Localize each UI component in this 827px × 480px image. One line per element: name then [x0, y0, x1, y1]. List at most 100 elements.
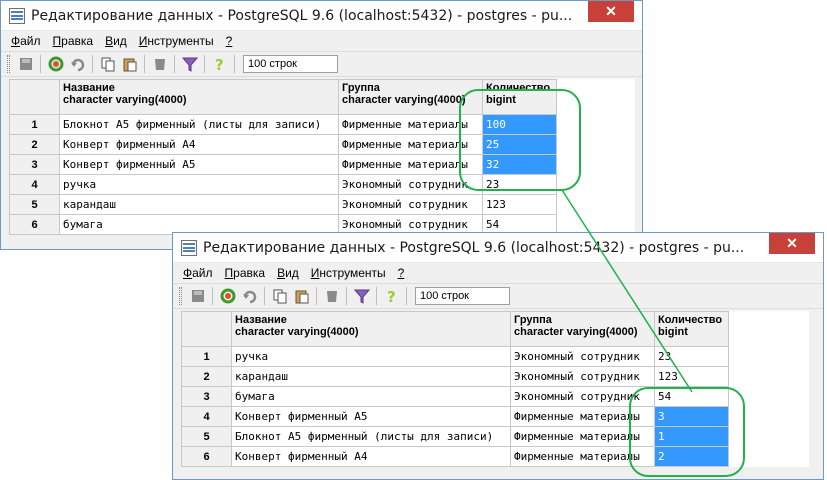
save-icon[interactable] [16, 55, 35, 74]
cell-group[interactable]: Экономный сотрудник [510, 346, 655, 367]
toolbar-grip[interactable] [179, 287, 182, 305]
menu-view[interactable]: Вид [99, 34, 133, 48]
cell-quantity[interactable]: 32 [482, 154, 557, 175]
table-row[interactable]: 3 бумага Экономный сотрудник 54 [181, 386, 809, 407]
row-number[interactable]: 2 [181, 366, 232, 387]
cell-group[interactable]: Фирменные материалы [338, 134, 483, 155]
cell-quantity[interactable]: 123 [482, 194, 557, 215]
table-row[interactable]: 1 Блокнот А5 фирменный (листы для записи)… [9, 114, 635, 135]
cell-quantity[interactable]: 54 [654, 386, 729, 407]
help-icon[interactable]: ? [210, 55, 229, 74]
menu-help[interactable]: ? [220, 34, 239, 48]
undo-icon[interactable] [68, 55, 87, 74]
table-row[interactable]: 4 Конверт фирменный А5 Фирменные материалы… [181, 406, 809, 427]
cell-quantity[interactable]: 3 [654, 406, 729, 427]
cell-name[interactable]: карандаш [59, 194, 339, 215]
row-number[interactable]: 3 [181, 386, 232, 407]
menu-file[interactable]: Файл [5, 34, 47, 48]
cell-group[interactable]: Экономный сотрудник [510, 386, 655, 407]
menu-view[interactable]: Вид [271, 266, 305, 280]
menu-edit[interactable]: Правка [219, 266, 272, 280]
cell-group[interactable]: Экономный сотрудник [338, 194, 483, 215]
filter-icon[interactable] [352, 287, 371, 306]
toolbar-grip[interactable] [7, 55, 10, 73]
undo-icon[interactable] [240, 287, 259, 306]
cell-group[interactable]: Фирменные материалы [510, 446, 655, 467]
table-row[interactable]: 4 ручка Экономный сотрудник 23 [9, 174, 635, 195]
paste-icon[interactable] [120, 55, 139, 74]
grid-corner[interactable] [9, 79, 60, 115]
row-number[interactable]: 6 [181, 446, 232, 467]
menu-tools[interactable]: Инструменты [133, 34, 220, 48]
column-header-quantity[interactable]: Количество bigint [654, 311, 729, 347]
delete-icon[interactable] [150, 55, 169, 74]
row-number[interactable]: 5 [181, 426, 232, 447]
cell-name[interactable]: Блокнот А5 фирменный (листы для записи) [231, 426, 511, 447]
cell-quantity[interactable]: 23 [482, 174, 557, 195]
cell-name[interactable]: бумага [231, 386, 511, 407]
filter-icon[interactable] [180, 55, 199, 74]
table-row[interactable]: 2 карандаш Экономный сотрудник 123 [181, 366, 809, 387]
cell-name[interactable]: Блокнот А5 фирменный (листы для записи) [59, 114, 339, 135]
cell-quantity[interactable]: 123 [654, 366, 729, 387]
menu-help[interactable]: ? [392, 266, 411, 280]
close-button[interactable]: ✕ [769, 233, 815, 254]
help-icon[interactable]: ? [382, 287, 401, 306]
copy-icon[interactable] [270, 287, 289, 306]
title-bar[interactable]: Редактирование данных - PostgreSQL 9.6 (… [1, 1, 642, 31]
copy-icon[interactable] [98, 55, 117, 74]
cell-quantity[interactable]: 100 [482, 114, 557, 135]
row-number[interactable]: 2 [9, 134, 60, 155]
column-header-group[interactable]: Группа character varying(4000) [338, 79, 483, 115]
row-number[interactable]: 3 [9, 154, 60, 175]
save-icon[interactable] [188, 287, 207, 306]
title-bar[interactable]: Редактирование данных - PostgreSQL 9.6 (… [173, 233, 823, 263]
cell-quantity[interactable]: 1 [654, 426, 729, 447]
cell-quantity[interactable]: 23 [654, 346, 729, 367]
refresh-icon[interactable] [46, 55, 65, 74]
table-row[interactable]: 2 Конверт фирменный А4 Фирменные материалы… [9, 134, 635, 155]
cell-name[interactable]: Конверт фирменный А5 [231, 406, 511, 427]
cell-group[interactable]: Фирменные материалы [338, 154, 483, 175]
table-row[interactable]: 5 карандаш Экономный сотрудник 123 [9, 194, 635, 215]
row-number[interactable]: 4 [181, 406, 232, 427]
cell-name[interactable]: Конверт фирменный А4 [231, 446, 511, 467]
row-limit-select[interactable]: 100 строк [415, 287, 510, 305]
cell-name[interactable]: Конверт фирменный А5 [59, 154, 339, 175]
row-number[interactable]: 1 [9, 114, 60, 135]
delete-icon[interactable] [322, 287, 341, 306]
cell-name[interactable]: карандаш [231, 366, 511, 387]
menu-tools[interactable]: Инструменты [305, 266, 392, 280]
row-number[interactable]: 4 [9, 174, 60, 195]
refresh-icon[interactable] [218, 287, 237, 306]
cell-quantity[interactable]: 2 [654, 446, 729, 467]
cell-name[interactable]: Конверт фирменный А4 [59, 134, 339, 155]
cell-group[interactable]: Экономный сотрудник [338, 174, 483, 195]
table-row[interactable]: 6 Конверт фирменный А4 Фирменные материалы… [181, 446, 809, 467]
cell-group[interactable]: Фирменные материалы [510, 426, 655, 447]
row-number[interactable]: 5 [9, 194, 60, 215]
row-number[interactable]: 1 [181, 346, 232, 367]
menu-edit[interactable]: Правка [47, 34, 100, 48]
column-header-group[interactable]: Группа character varying(4000) [510, 311, 655, 347]
cell-name[interactable]: ручка [231, 346, 511, 367]
column-header-name[interactable]: Название character varying(4000) [59, 79, 339, 115]
cell-group[interactable]: Экономный сотрудник [510, 366, 655, 387]
table-row[interactable]: 5 Блокнот А5 фирменный (листы для записи)… [181, 426, 809, 447]
row-limit-select[interactable]: 100 строк [243, 55, 338, 73]
data-grid: Название character varying(4000) Группа ch… [9, 79, 635, 235]
cell-name[interactable]: ручка [59, 174, 339, 195]
cell-group[interactable]: Фирменные материалы [510, 406, 655, 427]
paste-icon[interactable] [292, 287, 311, 306]
cell-group[interactable]: Фирменные материалы [338, 114, 483, 135]
table-row[interactable]: 3 Конверт фирменный А5 Фирменные материалы… [9, 154, 635, 175]
column-header-name[interactable]: Название character varying(4000) [231, 311, 511, 347]
menu-file[interactable]: Файл [177, 266, 219, 280]
table-row[interactable]: 1 ручка Экономный сотрудник 23 [181, 346, 809, 367]
grid-corner[interactable] [181, 311, 232, 347]
close-button[interactable]: ✕ [588, 1, 634, 22]
cell-quantity[interactable]: 25 [482, 134, 557, 155]
row-number[interactable]: 6 [9, 214, 60, 235]
column-header-quantity[interactable]: Количество bigint [482, 79, 557, 115]
table-icon [9, 7, 25, 24]
